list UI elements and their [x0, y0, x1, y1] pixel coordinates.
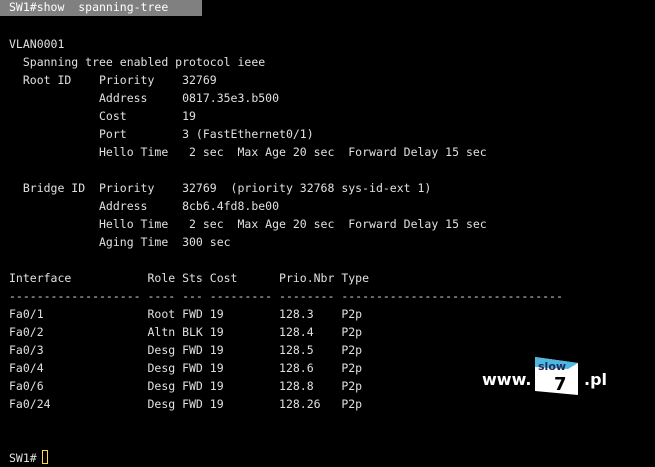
root-hello-line: Hello Time 2 sec Max Age 20 sec Forward …	[9, 145, 487, 159]
logo-digit: 7	[554, 374, 567, 395]
watermark-prefix: www.	[482, 370, 532, 389]
slow7-logo: slow 7	[535, 357, 578, 395]
logo-text: slow	[538, 360, 566, 373]
protocol-line: Spanning tree enabled protocol ieee	[9, 55, 266, 69]
bridge-address-line: Address 8cb6.4fd8.be00	[9, 199, 280, 213]
table-separator: ------------------- ---- --- --------- -…	[9, 289, 563, 303]
table-header: Interface Role Sts Cost Prio.Nbr Type	[9, 271, 370, 285]
root-priority-line: Root ID Priority 32769	[9, 73, 217, 87]
root-address-line: Address 0817.35e3.b500	[9, 91, 280, 105]
watermark: www. slow 7 .pl	[482, 355, 607, 401]
table-row: Fa0/3 Desg FWD 19 128.5 P2p	[9, 343, 363, 357]
table-row: Fa0/2 Altn BLK 19 128.4 P2p	[9, 325, 363, 339]
watermark-suffix: .pl	[584, 370, 608, 389]
table-row: Fa0/4 Desg FWD 19 128.6 P2p	[9, 361, 363, 375]
show-command-line: SW1#show spanning-tree	[9, 0, 169, 14]
vlan-label: VLAN0001	[9, 37, 65, 51]
root-cost-line: Cost 19	[9, 109, 196, 123]
text-cursor[interactable]	[42, 450, 48, 464]
bridge-priority-line: Bridge ID Priority 32769 (priority 32768…	[9, 181, 432, 195]
command-prompt[interactable]: SW1#	[9, 452, 37, 465]
root-port-line: Port 3 (FastEthernet0/1)	[9, 127, 314, 141]
bridge-aging-line: Aging Time 300 sec	[9, 235, 231, 249]
table-row: Fa0/1 Root FWD 19 128.3 P2p	[9, 307, 363, 321]
table-row: Fa0/24 Desg FWD 19 128.26 P2p	[9, 397, 363, 411]
bridge-hello-line: Hello Time 2 sec Max Age 20 sec Forward …	[9, 217, 487, 231]
table-row: Fa0/6 Desg FWD 19 128.8 P2p	[9, 379, 363, 393]
